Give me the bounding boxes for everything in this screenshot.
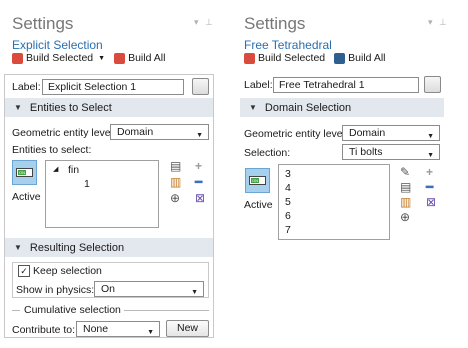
left-node-subtitle: Explicit Selection <box>12 38 103 52</box>
entities-caption: Entities to select: <box>12 144 92 156</box>
geom-level-select[interactable]: Domain ▼ <box>110 124 209 140</box>
geom-level-value: Domain <box>349 127 386 139</box>
right-node-subtitle: Free Tetrahedral <box>244 38 332 52</box>
collapse-arrow-icon: ▼ <box>14 243 22 252</box>
build-selected-icon <box>12 52 23 64</box>
keep-selection-label: Keep selection <box>33 265 102 277</box>
section-title: Domain Selection <box>264 101 352 114</box>
selection-select[interactable]: Ti bolts ▼ <box>342 144 440 160</box>
edit-label-icon[interactable] <box>192 78 209 95</box>
contribute-select[interactable]: None ▼ <box>76 321 160 337</box>
label-input[interactable]: Explicit Selection 1 <box>42 79 184 95</box>
active-toggle-icon[interactable]: ON <box>245 168 270 193</box>
cumulative-caption: Cumulative selection <box>24 304 121 316</box>
chevron-down-icon: ▼ <box>427 133 434 140</box>
chevron-down-icon[interactable]: ▼ <box>98 55 105 62</box>
pin-icon[interactable]: ▾ ⊥ <box>428 17 449 28</box>
cumulative-divider <box>124 310 209 311</box>
copy-icon[interactable]: ▥ <box>400 196 411 208</box>
left-toolbar: Build Selected ▼ Build All <box>12 52 165 64</box>
section-title: Resulting Selection <box>29 241 125 254</box>
entities-to-select-section-header[interactable]: ▼ Entities to Select <box>5 98 213 117</box>
add-icon[interactable]: + <box>426 166 433 178</box>
right-settings-panel: Settings ▾ ⊥ Free Tetrahedral Build Sele… <box>240 0 462 260</box>
label-input[interactable]: Free Tetrahedral 1 <box>273 77 419 93</box>
add-icon[interactable]: + <box>195 160 202 172</box>
entities-listbox[interactable]: ◢ fin 1 <box>45 160 159 228</box>
edit-label-icon[interactable] <box>424 76 441 93</box>
geom-level-value: Domain <box>117 126 154 138</box>
collapse-arrow-icon: ▼ <box>14 103 22 112</box>
zoom-to-selection-icon[interactable]: ⊕ <box>170 192 180 204</box>
geom-level-caption: Geometric entity level: <box>12 127 116 139</box>
chevron-down-icon: ▼ <box>147 329 154 336</box>
show-in-physics-value: On <box>101 283 116 295</box>
selection-value: Ti bolts <box>349 146 383 158</box>
contribute-caption: Contribute to: <box>12 324 76 336</box>
geom-level-select[interactable]: Domain ▼ <box>342 125 440 141</box>
cumulative-divider <box>12 310 20 311</box>
domain-listbox[interactable]: 3 4 5 6 7 <box>278 164 390 240</box>
show-in-physics-select[interactable]: On ▼ <box>94 281 204 297</box>
tree-item-child[interactable]: 1 <box>84 178 90 190</box>
list-item[interactable]: 4 <box>285 182 291 194</box>
tree-expand-icon[interactable]: ◢ <box>53 165 58 173</box>
build-all-button[interactable]: Build All <box>348 52 385 64</box>
keep-selection-checkbox[interactable]: ✓ <box>18 265 30 277</box>
pin-icon[interactable]: ▾ ⊥ <box>194 17 215 28</box>
on-indicator: ON <box>251 178 259 183</box>
chevron-down-icon: ▼ <box>191 289 198 296</box>
build-selected-button[interactable]: Build Selected <box>26 52 93 64</box>
list-item[interactable]: 6 <box>285 210 291 222</box>
copy-icon[interactable]: ▥ <box>170 176 181 188</box>
clear-selection-icon[interactable]: ⊠ <box>195 192 205 204</box>
clear-selection-icon[interactable]: ⊠ <box>426 196 436 208</box>
label-caption: Label: <box>244 79 273 91</box>
chevron-down-icon: ▼ <box>427 152 434 159</box>
right-settings-title: Settings <box>244 14 306 33</box>
new-button[interactable]: New <box>166 320 209 337</box>
tree-item-parent[interactable]: fin <box>68 164 79 176</box>
show-in-physics-caption: Show in physics: <box>16 284 95 296</box>
domain-selection-section-header[interactable]: ▼ Domain Selection <box>240 98 444 117</box>
list-item[interactable]: 7 <box>285 224 291 236</box>
label-caption: Label: <box>12 81 41 93</box>
active-label: Active <box>244 199 273 211</box>
right-toolbar: Build Selected Build All <box>244 52 386 64</box>
active-label: Active <box>12 191 41 203</box>
contribute-value: None <box>83 323 109 335</box>
selection-caption: Selection: <box>244 147 291 159</box>
left-settings-title: Settings <box>12 14 74 33</box>
build-all-icon <box>114 52 126 64</box>
zoom-to-selection-icon[interactable]: ⊕ <box>400 211 410 223</box>
section-title: Entities to Select <box>29 101 112 114</box>
paste-icon[interactable]: ▤ <box>170 160 181 172</box>
geom-level-caption: Geometric entity level: <box>244 128 348 140</box>
build-selected-icon <box>244 52 255 64</box>
active-toggle-icon[interactable]: ON <box>12 160 37 185</box>
build-all-icon <box>334 52 346 64</box>
on-indicator: ON <box>18 170 26 175</box>
paste-icon[interactable]: ▤ <box>400 181 411 193</box>
list-item[interactable]: 5 <box>285 196 291 208</box>
remove-icon[interactable]: ━ <box>195 176 202 188</box>
toggle-switch: ON <box>249 176 266 185</box>
chevron-down-icon: ▼ <box>196 132 203 139</box>
collapse-arrow-icon: ▼ <box>249 103 257 112</box>
build-all-button[interactable]: Build All <box>128 52 165 64</box>
toggle-switch: ON <box>16 168 33 177</box>
list-item[interactable]: 3 <box>285 168 291 180</box>
pick-icon[interactable]: ✎ <box>400 166 410 178</box>
left-settings-panel: Settings ▾ ⊥ Explicit Selection Build Se… <box>0 0 218 348</box>
build-selected-button[interactable]: Build Selected <box>258 52 325 64</box>
remove-icon[interactable]: ━ <box>426 181 433 193</box>
resulting-selection-section-header[interactable]: ▼ Resulting Selection <box>5 238 213 257</box>
